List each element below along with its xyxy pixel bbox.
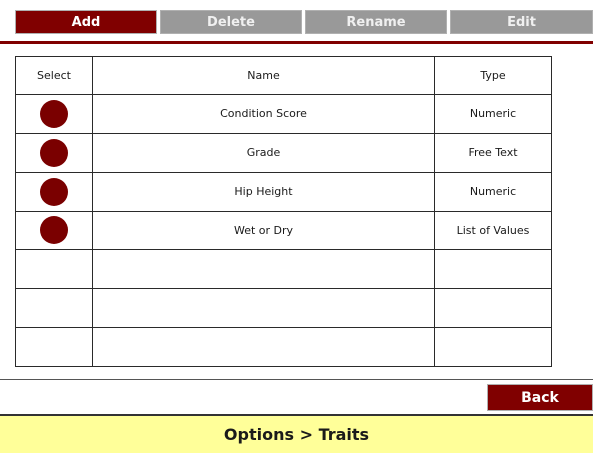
select-cell[interactable] [15, 210, 93, 251]
header-select: Select [15, 56, 93, 95]
name-cell: Condition Score [92, 94, 435, 134]
header-type: Type [434, 56, 552, 95]
type-cell [434, 288, 552, 329]
table-header-row: Select Name Type [15, 56, 552, 95]
select-cell [15, 249, 93, 290]
traits-table: Select Name Type Condition Score Numeric… [15, 56, 552, 367]
table-row-empty [15, 288, 552, 329]
select-radio[interactable] [40, 138, 68, 167]
select-cell[interactable] [15, 132, 93, 173]
toolbar-divider [0, 41, 593, 44]
select-radio[interactable] [40, 99, 68, 128]
name-cell [92, 288, 435, 329]
rename-button[interactable]: Rename [305, 10, 447, 34]
type-cell: Free Text [434, 132, 552, 173]
table-row-empty [15, 249, 552, 290]
select-cell[interactable] [15, 171, 93, 212]
back-button[interactable]: Back [487, 384, 593, 411]
delete-button[interactable]: Delete [160, 10, 302, 34]
type-cell [434, 327, 552, 367]
select-cell [15, 327, 93, 367]
add-button[interactable]: Add [15, 10, 157, 34]
name-cell: Grade [92, 132, 435, 173]
type-cell: Numeric [434, 94, 552, 134]
select-cell[interactable] [15, 94, 93, 134]
table-row[interactable]: Grade Free Text [15, 132, 552, 173]
select-radio[interactable] [40, 177, 68, 206]
type-cell: Numeric [434, 171, 552, 212]
select-radio[interactable] [40, 216, 68, 245]
select-cell [15, 288, 93, 329]
table-row[interactable]: Hip Height Numeric [15, 171, 552, 212]
name-cell [92, 249, 435, 290]
type-cell: List of Values [434, 210, 552, 251]
table-row-empty [15, 327, 552, 367]
type-cell [434, 249, 552, 290]
table-row[interactable]: Wet or Dry List of Values [15, 210, 552, 251]
name-cell: Hip Height [92, 171, 435, 212]
footer-divider [0, 379, 593, 380]
header-name: Name [92, 56, 435, 95]
name-cell: Wet or Dry [92, 210, 435, 251]
name-cell [92, 327, 435, 367]
table-row[interactable]: Condition Score Numeric [15, 94, 552, 134]
breadcrumb: Options > Traits [0, 416, 593, 453]
toolbar: Add Delete Rename Edit [0, 0, 593, 44]
edit-button[interactable]: Edit [450, 10, 593, 34]
